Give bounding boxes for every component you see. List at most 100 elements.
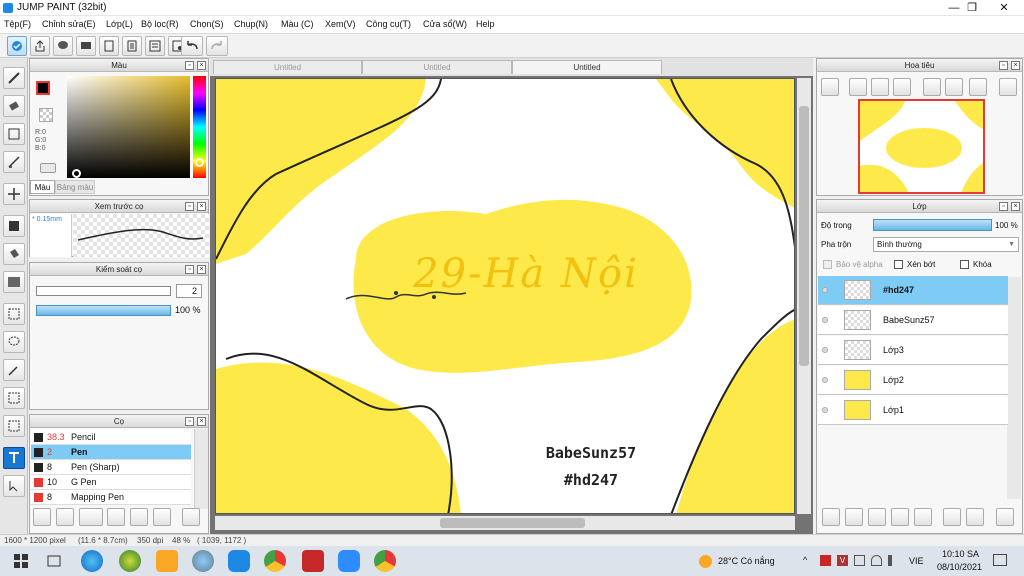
tab-untitled-1[interactable]: Untitled bbox=[213, 60, 362, 74]
menu-select[interactable]: Chọn(S) bbox=[190, 19, 224, 29]
move-tool[interactable] bbox=[3, 183, 25, 205]
brush-new-button[interactable] bbox=[56, 508, 74, 526]
vertical-scroll-thumb[interactable] bbox=[799, 106, 809, 366]
weather-text[interactable]: 28°C Có nắng bbox=[718, 556, 775, 566]
layer-item[interactable]: #hd247 bbox=[818, 276, 1008, 305]
panel-close-icon[interactable]: × bbox=[1011, 202, 1020, 211]
share-button[interactable] bbox=[30, 36, 50, 56]
brush-delete-button[interactable] bbox=[182, 508, 200, 526]
panel-float-icon[interactable]: ▫ bbox=[185, 202, 194, 211]
pen-tool[interactable] bbox=[3, 151, 25, 173]
lock-checkbox[interactable] bbox=[960, 260, 969, 269]
undo-button[interactable] bbox=[181, 36, 203, 56]
wifi-icon[interactable] bbox=[871, 555, 882, 566]
visibility-icon[interactable] bbox=[822, 317, 828, 323]
blend-mode-select[interactable]: Bình thường ▼ bbox=[873, 237, 1019, 252]
chrome-icon[interactable] bbox=[264, 550, 286, 572]
list-button[interactable] bbox=[145, 36, 165, 56]
panel-close-icon[interactable]: × bbox=[197, 265, 206, 274]
jump-paint-icon[interactable] bbox=[302, 550, 324, 572]
transform-tool[interactable] bbox=[3, 475, 25, 497]
new-tone-layer-button[interactable] bbox=[891, 508, 909, 526]
zoom-in-plus-button[interactable] bbox=[849, 78, 867, 96]
text-tool[interactable] bbox=[3, 447, 25, 469]
display-icon[interactable] bbox=[854, 555, 865, 566]
zoom-icon[interactable] bbox=[338, 550, 360, 572]
gradient-tool[interactable] bbox=[3, 271, 25, 293]
layer-item[interactable]: Lớp3 bbox=[818, 336, 1008, 365]
brush-item-pencil[interactable]: 38.3 Pencil bbox=[31, 430, 191, 445]
hue-slider[interactable] bbox=[193, 76, 206, 178]
menu-color[interactable]: Màu (C) bbox=[281, 19, 314, 29]
menu-edit[interactable]: Chỉnh sửa(E) bbox=[42, 19, 96, 29]
menu-view[interactable]: Xem(V) bbox=[325, 19, 356, 29]
brush-item-pen-sharp[interactable]: 8 Pen (Sharp) bbox=[31, 460, 191, 475]
horizontal-scrollbar[interactable] bbox=[215, 516, 795, 530]
tab-untitled-3[interactable]: Untitled bbox=[512, 60, 662, 74]
visibility-icon[interactable] bbox=[822, 287, 828, 293]
layer-item[interactable]: Lớp1 bbox=[818, 396, 1008, 425]
fit-button[interactable] bbox=[871, 78, 889, 96]
paint-app-icon[interactable] bbox=[192, 550, 214, 572]
tab-palette[interactable]: Bảng màu bbox=[55, 180, 95, 194]
brush-settings-button[interactable] bbox=[107, 508, 125, 526]
horizontal-scroll-thumb[interactable] bbox=[440, 518, 585, 528]
comment-button[interactable] bbox=[53, 36, 73, 56]
zoom-out-button[interactable] bbox=[893, 78, 911, 96]
panel-float-icon[interactable]: ▫ bbox=[185, 417, 194, 426]
saturation-value-picker[interactable] bbox=[67, 76, 190, 178]
protect-alpha-checkbox[interactable] bbox=[823, 260, 832, 269]
start-button[interactable] bbox=[10, 550, 32, 572]
brush-add-button[interactable] bbox=[33, 508, 51, 526]
select-rect-tool[interactable] bbox=[3, 303, 25, 325]
foreground-color-swatch[interactable] bbox=[36, 81, 50, 95]
select-pen-tool[interactable] bbox=[3, 387, 25, 409]
menu-filter[interactable]: Bộ lọc(R) bbox=[141, 19, 179, 29]
menu-file[interactable]: Tệp(F) bbox=[4, 19, 31, 29]
merge-layer-button[interactable] bbox=[966, 508, 984, 526]
flip-button[interactable] bbox=[999, 78, 1017, 96]
file-explorer-icon[interactable] bbox=[156, 550, 178, 572]
select-eraser-tool[interactable] bbox=[3, 415, 25, 437]
zoom-in-button[interactable] bbox=[821, 78, 839, 96]
visibility-icon[interactable] bbox=[822, 347, 828, 353]
menu-help[interactable]: Help bbox=[476, 19, 495, 29]
bucket-tool[interactable] bbox=[3, 243, 25, 265]
brush-list-scrollbar[interactable] bbox=[194, 429, 208, 509]
duplicate-layer-button[interactable] bbox=[943, 508, 961, 526]
size-slider[interactable] bbox=[36, 286, 171, 296]
visibility-icon[interactable] bbox=[822, 407, 828, 413]
message-button[interactable] bbox=[76, 36, 96, 56]
rect-select-tool[interactable] bbox=[3, 123, 25, 145]
clip-checkbox[interactable] bbox=[894, 260, 903, 269]
layer-item[interactable]: Lớp2 bbox=[818, 366, 1008, 395]
volume-icon[interactable] bbox=[888, 555, 899, 566]
page-button[interactable] bbox=[99, 36, 119, 56]
panel-close-icon[interactable]: × bbox=[197, 202, 206, 211]
panel-float-icon[interactable]: ▫ bbox=[185, 265, 194, 274]
tray-app-icon[interactable] bbox=[820, 555, 831, 566]
v-tray-icon[interactable]: V bbox=[837, 555, 848, 566]
panel-float-icon[interactable]: ▫ bbox=[999, 61, 1008, 70]
menu-window[interactable]: Cửa sổ(W) bbox=[423, 19, 467, 29]
panel-float-icon[interactable]: ▫ bbox=[185, 61, 194, 70]
vertical-scrollbar[interactable] bbox=[797, 78, 811, 514]
brush-item-mapping-pen[interactable]: 8 Mapping Pen bbox=[31, 490, 191, 505]
browser-icon[interactable] bbox=[119, 550, 141, 572]
navigator-thumbnail[interactable] bbox=[858, 99, 985, 194]
delete-layer-button[interactable] bbox=[996, 508, 1014, 526]
magic-wand-tool[interactable] bbox=[3, 359, 25, 381]
zalo-icon[interactable] bbox=[228, 550, 250, 572]
drawing-canvas[interactable]: 29-Hà Nội BabeSunz57 #hd247 bbox=[215, 78, 795, 514]
panel-close-icon[interactable]: × bbox=[197, 417, 206, 426]
opacity-slider[interactable] bbox=[36, 305, 171, 316]
tab-untitled-2[interactable]: Untitled bbox=[362, 60, 512, 74]
panel-close-icon[interactable]: × bbox=[1011, 61, 1020, 70]
chevron-up-icon[interactable]: ^ bbox=[803, 555, 807, 565]
visibility-icon[interactable] bbox=[822, 377, 828, 383]
rotate-left-button[interactable] bbox=[923, 78, 941, 96]
panel-float-icon[interactable]: ▫ bbox=[999, 202, 1008, 211]
snap-button[interactable] bbox=[7, 36, 27, 56]
chrome-icon-2[interactable] bbox=[374, 550, 396, 572]
notification-icon[interactable] bbox=[993, 554, 1007, 566]
